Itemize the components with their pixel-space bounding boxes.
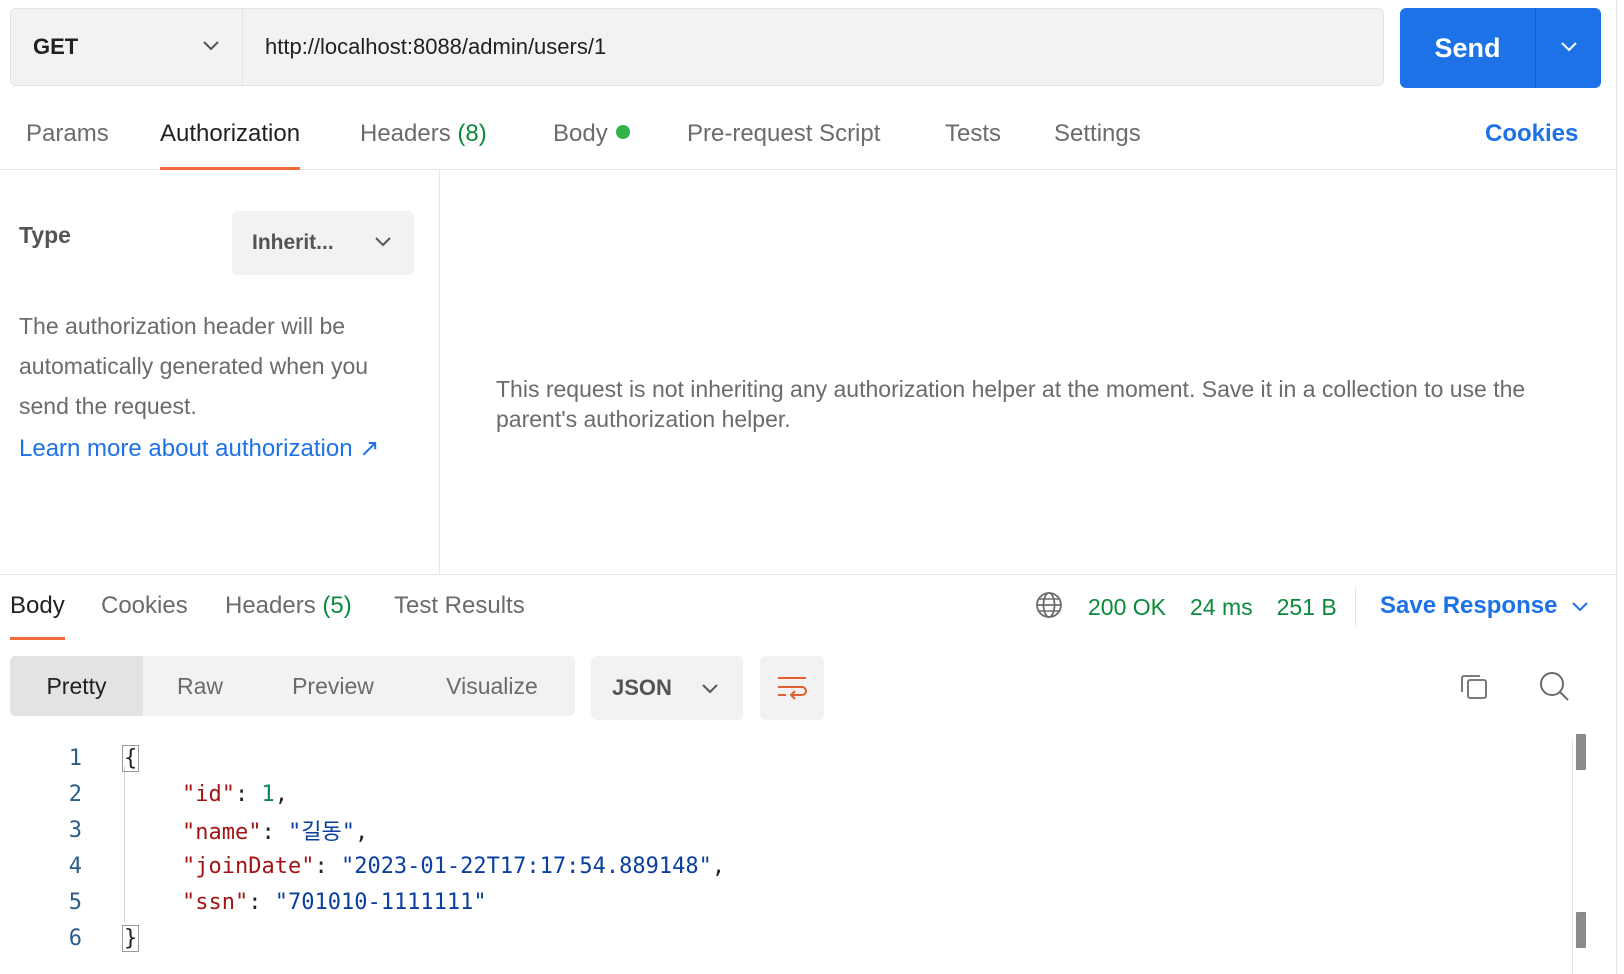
right-border xyxy=(1616,0,1617,974)
close-brace: } xyxy=(122,924,140,952)
code-text: } xyxy=(122,924,140,952)
method-label: GET xyxy=(33,34,79,59)
send-button[interactable]: Send xyxy=(1400,8,1535,88)
tab-body-label: Body xyxy=(553,120,608,147)
chevron-down-icon xyxy=(202,38,220,56)
scrollbar-marker[interactable] xyxy=(1576,734,1586,770)
json-value: "길동" xyxy=(287,820,355,845)
line-number: 2 xyxy=(68,781,82,807)
json-trailing: , xyxy=(274,781,288,807)
line-number: 6 xyxy=(68,925,82,951)
auth-settings-panel: Type Inherit... The authorization header… xyxy=(0,170,440,574)
chevron-down-icon xyxy=(1571,600,1589,612)
code-text: "joinDate": "2023-01-22T17:17:54.889148"… xyxy=(182,853,726,879)
editor-scrollbar-track[interactable] xyxy=(1572,740,1573,974)
line-number: 5 xyxy=(68,889,82,915)
status-separator xyxy=(1354,587,1356,627)
save-response-button[interactable]: Save Response xyxy=(1380,592,1589,620)
chevron-down-icon xyxy=(1560,39,1578,57)
line-number: 1 xyxy=(68,745,82,771)
response-time[interactable]: 24 ms xyxy=(1190,594,1253,621)
auth-type-label: Type xyxy=(19,222,71,248)
json-key: "ssn" xyxy=(182,889,249,915)
chevron-down-icon xyxy=(374,234,392,252)
code-line: 5 "ssn": "701010-1111111" xyxy=(0,884,487,920)
code-line: 1 { xyxy=(0,740,140,776)
response-size[interactable]: 251 B xyxy=(1277,594,1337,621)
auth-inherit-message: This request is not inheriting any autho… xyxy=(496,376,1526,432)
tab-headers-count: (8) xyxy=(457,120,487,147)
auth-type-select[interactable]: Inherit... xyxy=(232,211,414,275)
open-brace: { xyxy=(122,744,140,772)
body-indicator-dot xyxy=(615,125,630,139)
json-trailing: , xyxy=(711,853,726,879)
code-text: "id": 1, xyxy=(182,781,288,807)
code-line: 4 "joinDate": "2023-01-22T17:17:54.88914… xyxy=(0,848,725,884)
response-tab-headers[interactable]: Headers (5) xyxy=(225,592,352,640)
tab-settings[interactable]: Settings xyxy=(1054,120,1141,170)
tab-pre-request-script[interactable]: Pre-request Script xyxy=(687,120,880,170)
code-text: "name": "길동", xyxy=(182,820,369,845)
json-value: "701010-1111111" xyxy=(274,889,487,915)
copy-icon xyxy=(1459,671,1489,701)
send-button-group: Send xyxy=(1400,8,1601,88)
response-tab-headers-label: Headers xyxy=(225,592,316,619)
learn-more-authorization-link[interactable]: Learn more about authorization ↗ xyxy=(19,434,379,463)
code-text: { xyxy=(122,744,140,772)
json-value: "2023-01-22T17:17:54.889148" xyxy=(340,853,712,879)
status-code[interactable]: 200 OK xyxy=(1088,594,1166,621)
request-bar: GET http://localhost:8088/admin/users/1 xyxy=(10,8,1384,86)
json-key: "joinDate" xyxy=(182,853,315,879)
tab-headers[interactable]: Headers (8) xyxy=(360,120,487,170)
tab-authorization[interactable]: Authorization xyxy=(160,120,301,170)
response-tab-cookies[interactable]: Cookies xyxy=(101,592,188,640)
auth-description: The authorization header will be automat… xyxy=(19,313,369,419)
search-button[interactable] xyxy=(1532,664,1576,708)
format-value: JSON xyxy=(612,675,672,700)
chevron-down-icon xyxy=(701,682,719,694)
response-tab-body[interactable]: Body xyxy=(10,592,65,640)
code-text: "ssn": "701010-1111111" xyxy=(182,889,487,915)
view-mode-raw[interactable]: Raw xyxy=(143,656,257,716)
code-line: 3 "name": "길동", xyxy=(0,812,368,848)
tab-body[interactable]: Body xyxy=(553,120,630,170)
wrap-lines-button[interactable] xyxy=(760,656,824,720)
tab-params[interactable]: Params xyxy=(26,120,109,170)
tab-tests[interactable]: Tests xyxy=(945,120,1001,170)
json-key: "name" xyxy=(182,820,262,845)
json-value: 1 xyxy=(261,781,275,807)
wrap-lines-icon xyxy=(776,674,808,702)
method-select[interactable]: GET xyxy=(11,9,243,85)
globe-icon[interactable] xyxy=(1034,590,1064,625)
request-tabs: Params Authorization Headers (8) Body Pr… xyxy=(0,102,1616,170)
response-tab-test-results[interactable]: Test Results xyxy=(394,592,525,640)
json-trailing: , xyxy=(354,820,369,845)
response-tab-headers-count: (5) xyxy=(322,592,352,619)
view-mode-visualize[interactable]: Visualize xyxy=(409,656,575,716)
copy-button[interactable] xyxy=(1452,664,1496,708)
response-status-group: 200 OK 24 ms 251 B xyxy=(1034,587,1356,627)
save-response-label: Save Response xyxy=(1380,592,1558,619)
json-key: "id" xyxy=(182,781,235,807)
format-select[interactable]: JSON xyxy=(591,656,743,720)
code-line: 6 } xyxy=(0,920,140,956)
scrollbar-marker[interactable] xyxy=(1576,912,1586,948)
tab-headers-label: Headers xyxy=(360,120,451,147)
auth-type-value: Inherit... xyxy=(252,231,334,254)
cookies-link[interactable]: Cookies xyxy=(1485,120,1578,148)
pane-divider[interactable] xyxy=(0,574,1616,575)
response-body-editor[interactable]: 1 { 2 "id": 1, 3 "name": "길동", 4 "joinDa… xyxy=(0,740,1570,974)
line-number: 3 xyxy=(68,817,82,843)
view-mode-preview[interactable]: Preview xyxy=(257,656,409,716)
view-mode-group: Pretty Raw Preview Visualize xyxy=(10,656,575,716)
url-input[interactable]: http://localhost:8088/admin/users/1 xyxy=(243,9,1383,85)
code-line: 2 "id": 1, xyxy=(0,776,288,812)
send-options-button[interactable] xyxy=(1535,8,1601,88)
search-icon xyxy=(1538,670,1570,702)
line-number: 4 xyxy=(68,853,82,879)
view-mode-pretty[interactable]: Pretty xyxy=(10,656,143,716)
